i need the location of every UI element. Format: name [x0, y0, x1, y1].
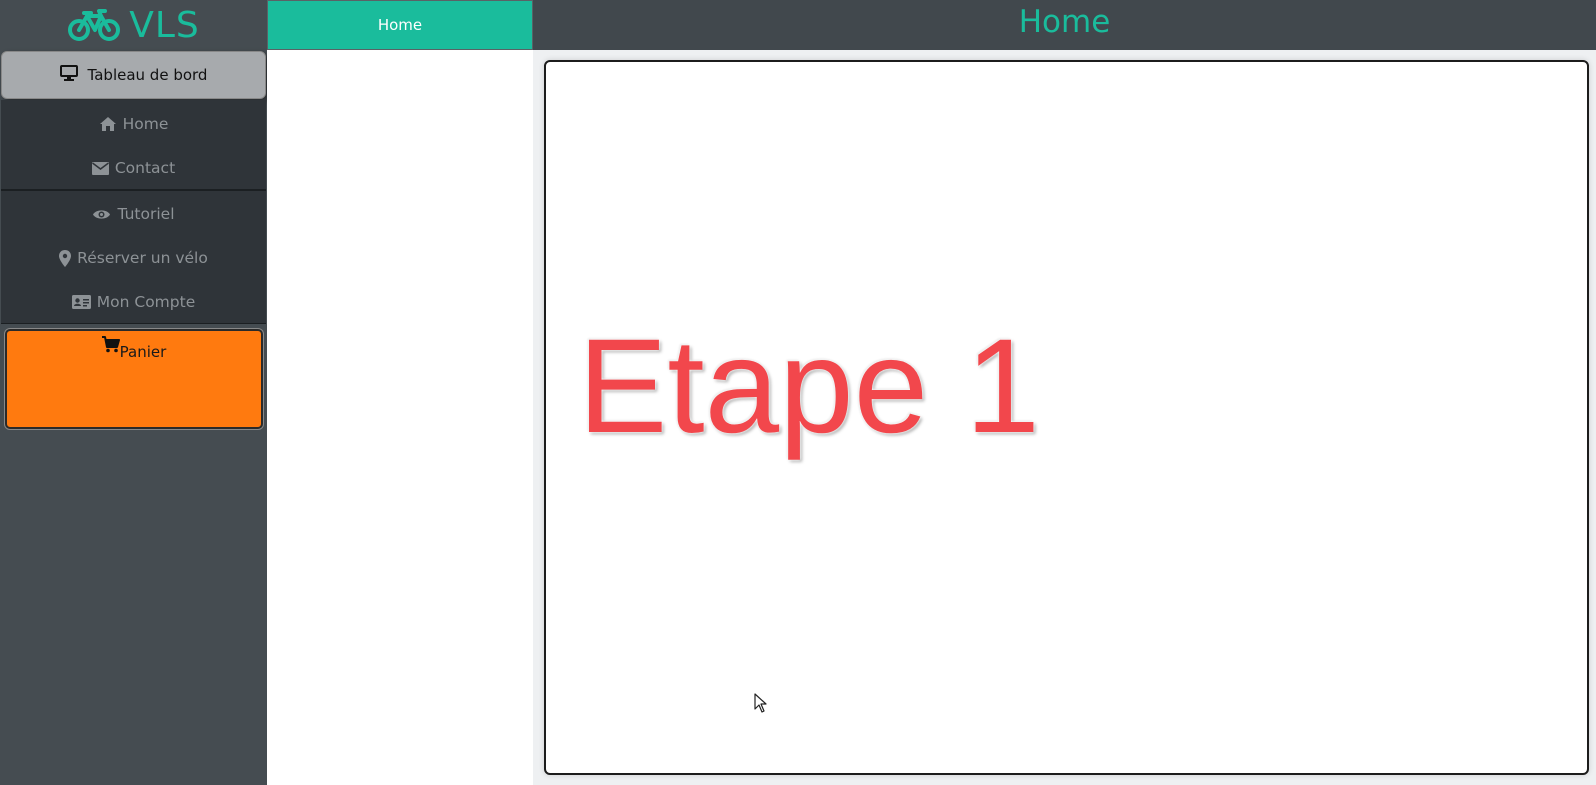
- eye-icon: [92, 208, 111, 221]
- sidebar-item-label: Réserver un vélo: [77, 249, 208, 267]
- sidebar: VLS Tableau de bord Home Contact Tutorie…: [0, 0, 267, 785]
- cart-button[interactable]: Panier: [101, 336, 167, 427]
- envelope-icon: [91, 161, 109, 175]
- sidebar-item-reserver[interactable]: Réserver un vélo: [1, 236, 266, 280]
- dashboard-button[interactable]: Tableau de bord: [1, 51, 266, 99]
- map-marker-icon: [59, 249, 72, 267]
- header-bar: Home: [533, 0, 1596, 50]
- page-title: Home: [1018, 4, 1111, 40]
- menu-group-services: Tutoriel Réserver un vélo Mon Compte: [1, 190, 266, 324]
- shopping-cart-icon: [101, 336, 120, 353]
- menu-group-main: Home Contact: [1, 100, 266, 190]
- sidebar-item-label: Contact: [114, 159, 176, 177]
- sidebar-item-tutoriel[interactable]: Tutoriel: [1, 192, 266, 236]
- home-icon: [99, 116, 117, 132]
- brand-name: VLS: [129, 4, 200, 46]
- cart-panel[interactable]: Panier: [5, 329, 263, 429]
- sidebar-item-label: Mon Compte: [96, 293, 196, 311]
- desktop-icon: [59, 65, 78, 85]
- bicycle-icon: [67, 8, 121, 42]
- mouse-cursor-icon: [754, 693, 768, 717]
- step-heading: Etape 1: [578, 312, 1040, 461]
- sidebar-item-label: Tutoriel: [117, 205, 175, 223]
- sidebar-item-label: Home: [122, 115, 169, 133]
- tab-home-label: Home: [377, 16, 423, 34]
- sidebar-item-home[interactable]: Home: [1, 102, 266, 146]
- sidebar-item-contact[interactable]: Contact: [1, 146, 266, 190]
- dashboard-button-label: Tableau de bord: [87, 66, 208, 84]
- tab-home[interactable]: Home: [267, 0, 533, 50]
- id-card-icon: [71, 295, 91, 309]
- cart-label: Panier: [119, 343, 167, 361]
- secondary-column: [267, 50, 533, 785]
- sidebar-item-mon-compte[interactable]: Mon Compte: [1, 280, 266, 324]
- brand[interactable]: VLS: [0, 0, 267, 50]
